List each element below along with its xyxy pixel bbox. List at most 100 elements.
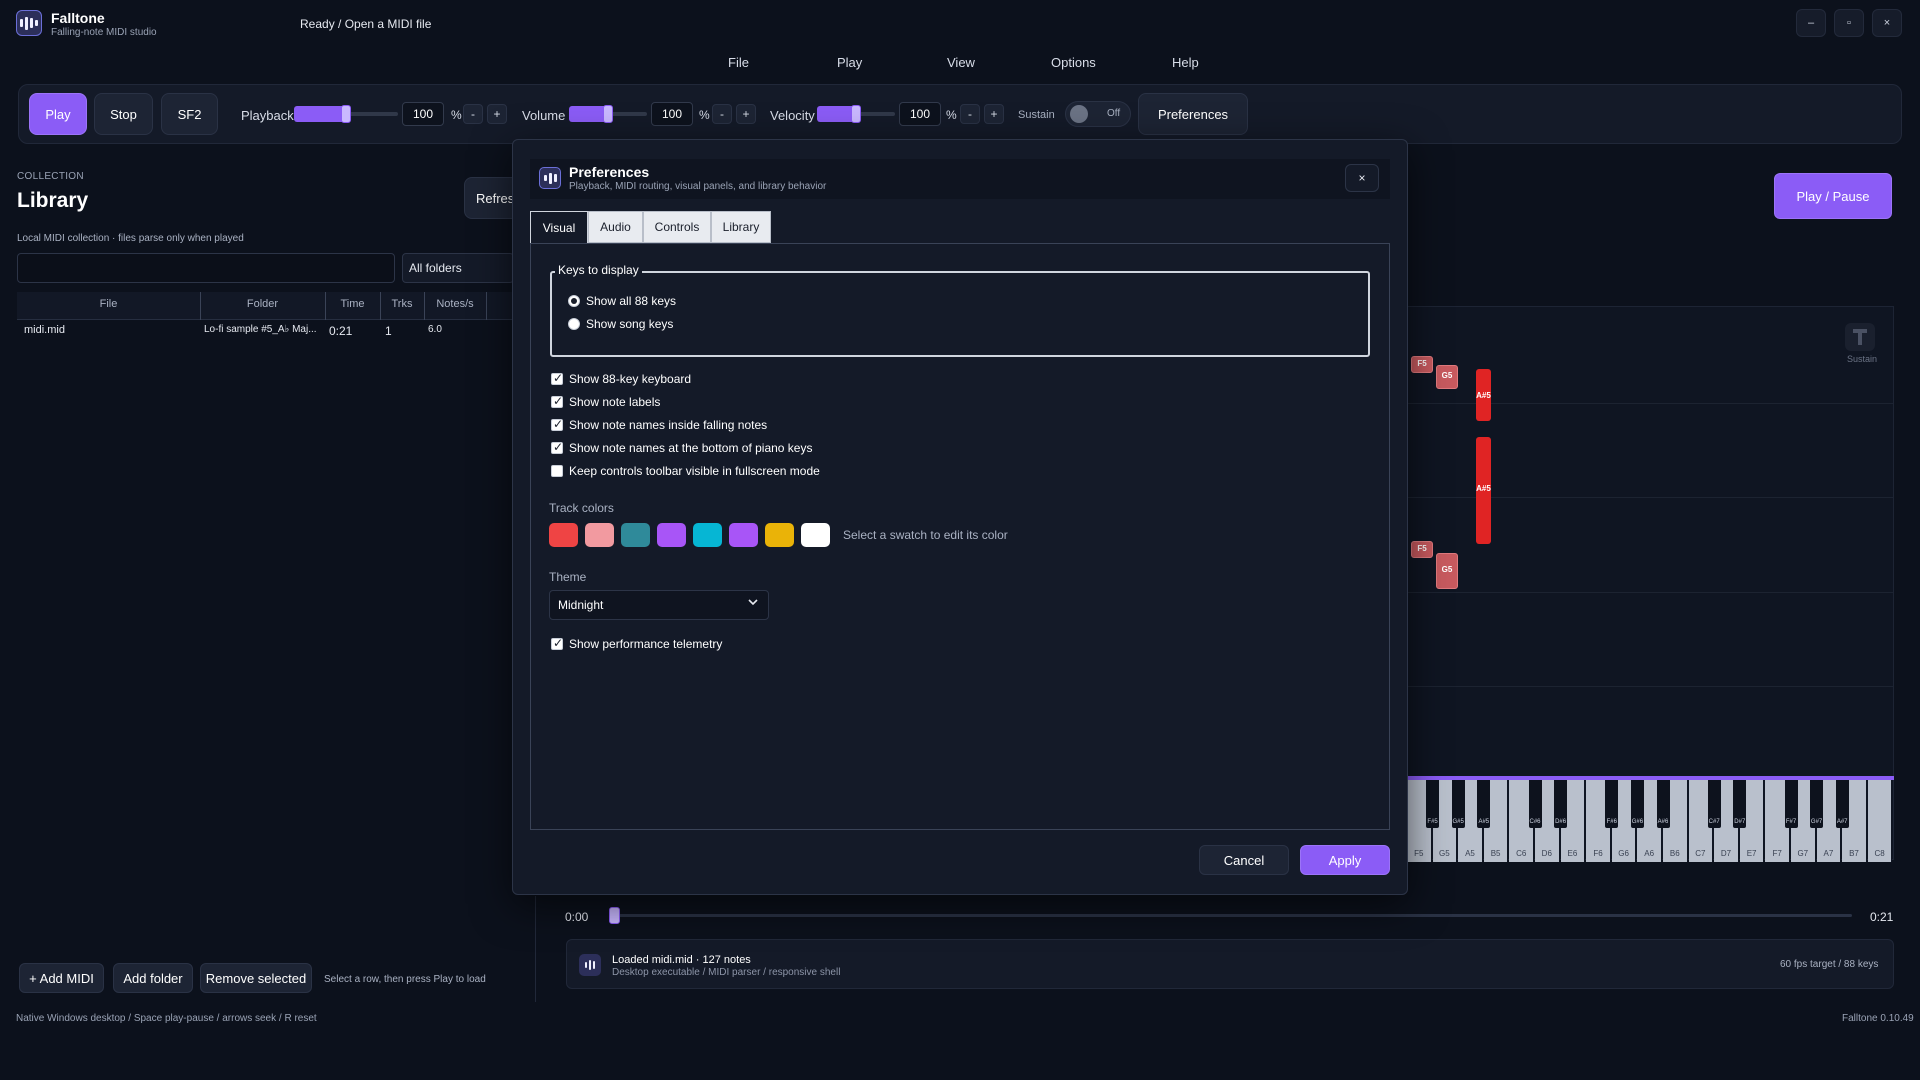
dialog-close-button[interactable]: ×: [1345, 164, 1379, 192]
piano-black-key[interactable]: A#7: [1835, 780, 1849, 828]
folder-select[interactable]: All folders: [402, 253, 514, 283]
falling-note: G5: [1436, 365, 1458, 389]
checkbox-show-88-key-keyboard[interactable]: Show 88-key keyboard: [551, 371, 691, 386]
key-label: A7: [1823, 849, 1834, 858]
sf2-button[interactable]: SF2: [161, 93, 218, 135]
timeline-track[interactable]: [616, 914, 1852, 917]
column-time[interactable]: Time: [325, 298, 380, 310]
velocity-increment-button[interactable]: +: [984, 104, 1004, 124]
playback-value-field[interactable]: 100: [402, 102, 444, 126]
library-search-input[interactable]: [17, 253, 395, 283]
remove-selected-button[interactable]: Remove selected: [200, 963, 312, 993]
checkbox-note-names-in-falling-notes[interactable]: Show note names inside falling notes: [551, 417, 767, 432]
key-label: F6: [1593, 849, 1603, 858]
falling-note: A#5: [1476, 369, 1491, 421]
row-notes-per-sec[interactable]: 6.0: [428, 324, 442, 335]
piano-black-key[interactable]: F#6: [1605, 780, 1619, 828]
radio-control[interactable]: [568, 295, 580, 307]
maximize-button[interactable]: ▫: [1834, 9, 1864, 37]
piano-black-key[interactable]: D#6: [1554, 780, 1568, 828]
color-swatch[interactable]: [801, 523, 830, 547]
column-folder[interactable]: Folder: [200, 298, 325, 310]
cancel-button[interactable]: Cancel: [1199, 845, 1289, 875]
radio-song-keys[interactable]: Show song keys: [568, 317, 673, 331]
color-swatch[interactable]: [657, 523, 686, 547]
color-swatch[interactable]: [729, 523, 758, 547]
piano-black-key[interactable]: A#6: [1656, 780, 1670, 828]
volume-percent: %: [699, 108, 710, 122]
tab-library[interactable]: Library: [711, 211, 771, 243]
checkbox-control[interactable]: [551, 371, 563, 385]
checkbox-note-names-on-keys[interactable]: Show note names at the bottom of piano k…: [551, 440, 813, 455]
menu-view[interactable]: View: [947, 55, 975, 70]
checkbox-control[interactable]: [551, 465, 563, 477]
key-label: G#6: [1631, 819, 1644, 825]
checkbox-show-note-labels[interactable]: Show note labels: [551, 394, 660, 409]
piano-black-key[interactable]: G#5: [1451, 780, 1465, 828]
menu-file[interactable]: File: [728, 55, 749, 70]
color-swatch[interactable]: [549, 523, 578, 547]
add-folder-button[interactable]: Add folder: [113, 963, 193, 993]
library-section-label: COLLECTION: [17, 171, 84, 182]
row-file[interactable]: midi.mid: [24, 324, 65, 336]
tab-audio[interactable]: Audio: [588, 211, 643, 243]
row-time[interactable]: 0:21: [329, 324, 352, 338]
color-swatch[interactable]: [765, 523, 794, 547]
piano-black-key[interactable]: F#7: [1784, 780, 1798, 828]
falling-note: F5: [1411, 356, 1433, 373]
column-notes-per-sec[interactable]: Notes/s: [424, 298, 486, 310]
piano-black-key[interactable]: D#7: [1733, 780, 1747, 828]
piano-black-key[interactable]: G#7: [1810, 780, 1824, 828]
volume-slider[interactable]: [569, 105, 647, 123]
velocity-decrement-button[interactable]: -: [960, 104, 980, 124]
menu-options[interactable]: Options: [1051, 55, 1096, 70]
volume-value-field[interactable]: 100: [651, 102, 693, 126]
piano-black-key[interactable]: A#5: [1477, 780, 1491, 828]
menu-play[interactable]: Play: [837, 55, 862, 70]
menu-help[interactable]: Help: [1172, 55, 1199, 70]
minimize-button[interactable]: –: [1796, 9, 1826, 37]
playback-increment-button[interactable]: +: [487, 104, 507, 124]
column-trks[interactable]: Trks: [380, 298, 424, 310]
row-folder[interactable]: Lo-fi sample #5_A♭ Maj...: [204, 324, 322, 335]
theme-select[interactable]: Midnight: [549, 590, 769, 620]
radio-control[interactable]: [568, 318, 580, 330]
playback-slider[interactable]: [294, 105, 398, 123]
tab-controls[interactable]: Controls: [643, 211, 711, 243]
piano-black-key[interactable]: C#7: [1707, 780, 1721, 828]
checkbox-control[interactable]: [551, 636, 563, 650]
checkbox-toolbar-in-fullscreen[interactable]: Keep controls toolbar visible in fullscr…: [551, 464, 820, 478]
volume-increment-button[interactable]: +: [736, 104, 756, 124]
tab-visual[interactable]: Visual: [530, 211, 588, 244]
playback-decrement-button[interactable]: -: [463, 104, 483, 124]
piano-white-key[interactable]: C8: [1867, 780, 1893, 862]
piano-black-key[interactable]: C#6: [1528, 780, 1542, 828]
checkbox-control[interactable]: [551, 417, 563, 431]
color-swatch[interactable]: [621, 523, 650, 547]
checkbox-label: Show note names at the bottom of piano k…: [569, 441, 813, 455]
play-pause-button[interactable]: Play / Pause: [1774, 173, 1892, 219]
checkbox-performance-telemetry[interactable]: Show performance telemetry: [551, 636, 722, 651]
velocity-slider[interactable]: [817, 105, 895, 123]
radio-all-88-keys[interactable]: Show all 88 keys: [568, 294, 676, 308]
velocity-value-field[interactable]: 100: [899, 102, 941, 126]
piano-black-key[interactable]: G#6: [1630, 780, 1644, 828]
apply-button[interactable]: Apply: [1300, 845, 1390, 875]
checkbox-control[interactable]: [551, 394, 563, 408]
row-trks[interactable]: 1: [385, 324, 392, 338]
color-swatch[interactable]: [693, 523, 722, 547]
add-midi-button[interactable]: + Add MIDI: [19, 963, 104, 993]
piano-black-key[interactable]: F#5: [1426, 780, 1440, 828]
library-title: Library: [17, 189, 89, 212]
play-button[interactable]: Play: [29, 93, 87, 135]
stop-button[interactable]: Stop: [94, 93, 153, 135]
color-swatch[interactable]: [585, 523, 614, 547]
column-file[interactable]: File: [17, 298, 200, 310]
falling-note: G5: [1436, 553, 1458, 589]
checkbox-control[interactable]: [551, 440, 563, 454]
preferences-button[interactable]: Preferences: [1138, 93, 1248, 135]
timeline-thumb[interactable]: [609, 907, 620, 924]
volume-decrement-button[interactable]: -: [712, 104, 732, 124]
close-window-button[interactable]: ×: [1872, 9, 1902, 37]
key-label: C#6: [1529, 819, 1541, 825]
